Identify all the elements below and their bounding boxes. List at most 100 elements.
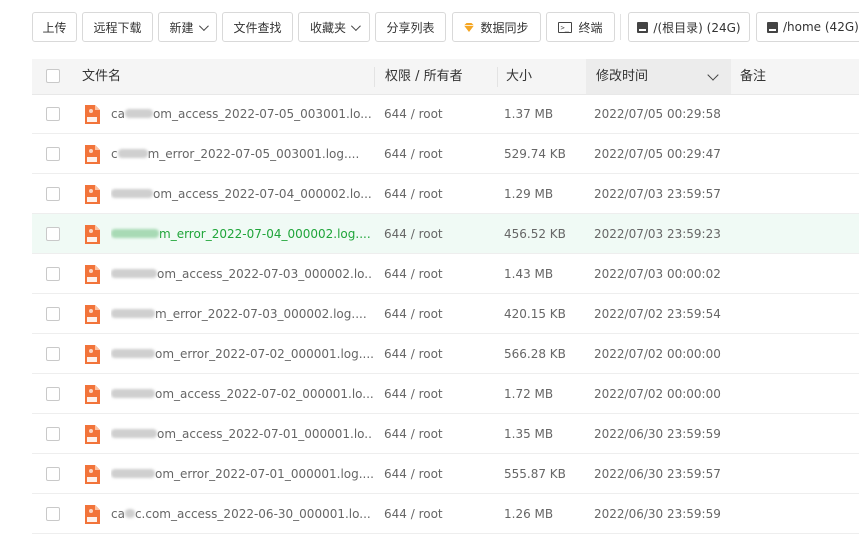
row-checkbox[interactable] (46, 467, 60, 481)
column-header-permission[interactable]: 权限 / 所有者 (385, 59, 463, 94)
file-name[interactable]: om_access_2022-07-01_000001.lo... (111, 414, 373, 454)
row-checkbox[interactable] (46, 227, 60, 241)
table-row[interactable]: m_error_2022-07-03_000002.log.... 644 / r… (32, 294, 859, 334)
table-row[interactable]: om_access_2022-07-01_000001.lo... 644 / r… (32, 414, 859, 454)
file-name[interactable]: om_access_2022-07-03_000002.lo... (111, 254, 373, 294)
permission-owner[interactable]: 644 / root (384, 174, 443, 214)
redacted-text (111, 309, 155, 318)
file-size: 1.29 MB (504, 187, 554, 201)
table-row[interactable]: om_access_2022-07-03_000002.lo... 644 / r… (32, 254, 859, 294)
redacted-text (124, 509, 135, 518)
row-checkbox[interactable] (46, 427, 60, 441)
favorites-label: 收藏夹 (309, 20, 346, 35)
permission-owner[interactable]: 644 / root (384, 294, 443, 334)
favorites-dropdown-button[interactable]: 收藏夹 (298, 12, 370, 42)
permission-owner[interactable]: 644 / root (384, 94, 443, 134)
redacted-text (111, 229, 159, 238)
table-row[interactable]: om_error_2022-07-02_000001.log.... 644 / … (32, 334, 859, 374)
permission-owner[interactable]: 644 / root (384, 254, 443, 294)
redacted-text (111, 269, 157, 278)
select-all-checkbox[interactable] (46, 69, 60, 83)
file-name-text: m_error_2022-07-03_000002.log.... (155, 307, 367, 321)
file-size: 1.35 MB (504, 427, 554, 441)
file-name-prefix: ca (111, 107, 125, 121)
log-file-icon (85, 465, 100, 484)
permission-owner[interactable]: 644 / root (384, 334, 443, 374)
file-name-text: m_error_2022-07-05_003001.log.... (147, 147, 360, 161)
log-file-icon (85, 425, 100, 444)
column-header-note[interactable]: 备注 (740, 59, 766, 94)
permission-owner[interactable]: 644 / root (384, 414, 443, 454)
file-name[interactable]: m_error_2022-07-04_000002.log.... (111, 214, 373, 254)
file-size: 555.87 KB (504, 467, 566, 481)
table-row[interactable]: ca om_access_2022-07-05_003001.lo... 644 /… (32, 94, 859, 134)
data-sync-button[interactable]: 数据同步 (452, 12, 541, 42)
file-name-text: om_access_2022-07-05_003001.lo... (152, 107, 372, 121)
table-row[interactable]: ca c.com_access_2022-06-30_000001.lo... 64… (32, 494, 859, 534)
new-label: 新建 (169, 20, 194, 35)
modified-time: 2022/06/30 23:59:59 (594, 507, 721, 521)
permission-owner[interactable]: 644 / root (384, 494, 443, 534)
share-list-button[interactable]: 分享列表 (375, 12, 446, 42)
table-row[interactable]: om_access_2022-07-04_000002.lo... 644 / r… (32, 174, 859, 214)
redacted-text (124, 109, 153, 118)
row-checkbox[interactable] (46, 187, 60, 201)
file-name[interactable]: ca om_access_2022-07-05_003001.lo... (111, 94, 373, 134)
remote-download-button[interactable]: 远程下载 (82, 12, 153, 42)
disk-home-button[interactable]: /home (42G) (756, 12, 859, 42)
file-size: 1.37 MB (504, 107, 554, 121)
row-checkbox[interactable] (46, 307, 60, 321)
file-search-button[interactable]: 文件查找 (222, 12, 293, 42)
file-name-text: om_access_2022-07-03_000002.lo... (157, 267, 373, 281)
modified-time: 2022/07/02 23:59:54 (594, 307, 721, 321)
row-checkbox[interactable] (46, 507, 60, 521)
file-name[interactable]: ca c.com_access_2022-06-30_000001.lo... (111, 494, 373, 534)
row-checkbox[interactable] (46, 347, 60, 361)
diamond-icon (464, 22, 475, 32)
file-name[interactable]: om_access_2022-07-04_000002.lo... (111, 174, 373, 214)
column-header-modified-sorted[interactable]: 修改时间 (586, 59, 731, 94)
permission-owner[interactable]: 644 / root (384, 214, 443, 254)
terminal-button[interactable]: >_ 终端 (546, 12, 615, 42)
log-file-icon (85, 305, 100, 324)
modified-time: 2022/07/02 00:00:00 (594, 387, 721, 401)
file-name[interactable]: om_error_2022-07-02_000001.log.... (111, 334, 373, 374)
row-checkbox[interactable] (46, 387, 60, 401)
column-header-name[interactable]: 文件名 (82, 59, 121, 94)
redacted-text (111, 389, 155, 398)
permission-owner[interactable]: 644 / root (384, 374, 443, 414)
file-name-text: om_error_2022-07-02_000001.log.... (155, 347, 373, 361)
column-header-size[interactable]: 大小 (506, 59, 532, 94)
disk-root-button[interactable]: /(根目录) (24G) (628, 12, 750, 42)
file-size: 1.26 MB (504, 507, 554, 521)
modified-time: 2022/06/30 23:59:59 (594, 427, 721, 441)
chevron-down-icon (350, 20, 361, 31)
terminal-icon: >_ (558, 21, 573, 33)
row-checkbox[interactable] (46, 147, 60, 161)
row-checkbox[interactable] (46, 267, 60, 281)
hard-disk-icon (767, 21, 778, 33)
table-row[interactable]: m_error_2022-07-04_000002.log.... 644 / r… (32, 214, 859, 254)
column-divider (497, 67, 498, 87)
row-checkbox[interactable] (46, 107, 60, 121)
upload-button[interactable]: 上传 (32, 12, 77, 42)
table-row[interactable]: om_access_2022-07-02_000001.lo... 644 / r… (32, 374, 859, 414)
log-file-icon (85, 505, 100, 524)
table-row[interactable]: om_error_2022-07-01_000001.log.... 644 / … (32, 454, 859, 494)
permission-owner[interactable]: 644 / root (384, 454, 443, 494)
file-name[interactable]: om_error_2022-07-01_000001.log.... (111, 454, 373, 494)
file-size: 1.72 MB (504, 387, 554, 401)
file-name[interactable]: m_error_2022-07-03_000002.log.... (111, 294, 373, 334)
file-name[interactable]: c m_error_2022-07-05_003001.log.... (111, 134, 373, 174)
permission-owner[interactable]: 644 / root (384, 134, 443, 174)
file-name[interactable]: om_access_2022-07-02_000001.lo... (111, 374, 373, 414)
toolbar-divider (620, 14, 621, 40)
log-file-icon (85, 105, 100, 124)
hard-disk-icon (637, 21, 649, 33)
file-toolbar: 上传 远程下载 新建 文件查找 收藏夹 分享列表 数据同步 >_ 终端 /(根目… (0, 0, 859, 56)
file-name-text: om_error_2022-07-01_000001.log.... (155, 467, 373, 481)
modified-time: 2022/06/30 23:59:57 (594, 467, 721, 481)
chevron-down-icon (707, 69, 719, 81)
table-row[interactable]: c m_error_2022-07-05_003001.log.... 644 / … (32, 134, 859, 174)
new-dropdown-button[interactable]: 新建 (158, 12, 217, 42)
